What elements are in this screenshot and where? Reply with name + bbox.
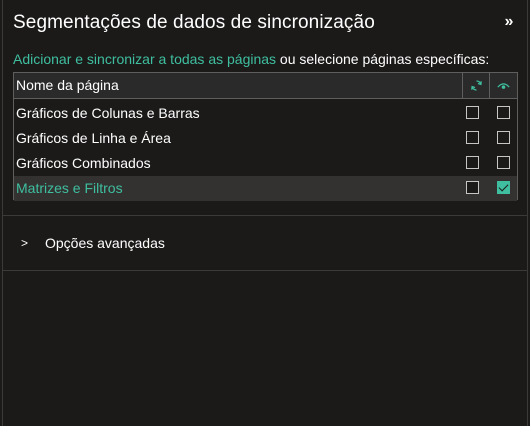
table-row[interactable]: Gráficos de Linha e Área <box>14 126 517 151</box>
visible-checkbox[interactable] <box>497 181 510 194</box>
sync-icon <box>471 80 482 91</box>
visible-checkbox[interactable] <box>497 106 510 119</box>
pane-title: Segmentações de dados de sincronização <box>13 12 375 33</box>
sync-slicers-pane: Segmentações de dados de sincronização »… <box>2 0 528 426</box>
advanced-options-label: Opções avançadas <box>45 235 165 251</box>
visible-checkbox[interactable] <box>497 156 510 169</box>
advanced-options-toggle[interactable]: > Opções avançadas <box>21 235 165 251</box>
page-name: Matrizes e Filtros <box>16 180 123 196</box>
sync-checkbox[interactable] <box>466 181 479 194</box>
page-name: Gráficos de Colunas e Barras <box>16 105 200 121</box>
chevron-right-icon: > <box>21 236 29 250</box>
divider <box>3 215 527 216</box>
visible-checkbox[interactable] <box>497 131 510 144</box>
sync-checkbox[interactable] <box>466 156 479 169</box>
column-header-page-name: Nome da página <box>16 77 119 93</box>
sync-checkbox[interactable] <box>466 106 479 119</box>
page-name: Gráficos Combinados <box>16 155 151 171</box>
divider <box>3 270 527 271</box>
collapse-pane-button[interactable]: » <box>501 13 517 30</box>
table-header: Nome da página <box>14 73 517 99</box>
description: Adicionar e sincronizar a todas as págin… <box>13 51 489 67</box>
add-sync-all-pages-link[interactable]: Adicionar e sincronizar a todas as págin… <box>13 51 276 67</box>
eye-icon <box>497 83 510 89</box>
column-header-visible[interactable] <box>489 73 517 98</box>
page-name: Gráficos de Linha e Área <box>16 130 171 146</box>
table-row[interactable]: Gráficos de Colunas e Barras <box>14 101 517 126</box>
description-text: ou selecione páginas específicas: <box>276 51 490 67</box>
pane-header: Segmentações de dados de sincronização » <box>3 0 527 44</box>
sync-checkbox[interactable] <box>466 131 479 144</box>
table-row-selected[interactable]: Matrizes e Filtros <box>14 176 517 201</box>
pages-table: Nome da página Gráficos de Colunas e Bar… <box>13 72 518 201</box>
chevron-double-right-icon: » <box>504 13 514 30</box>
table-body: Gráficos de Colunas e Barras Gráficos de… <box>14 99 517 201</box>
column-header-sync[interactable] <box>462 73 490 98</box>
table-row[interactable]: Gráficos Combinados <box>14 151 517 176</box>
